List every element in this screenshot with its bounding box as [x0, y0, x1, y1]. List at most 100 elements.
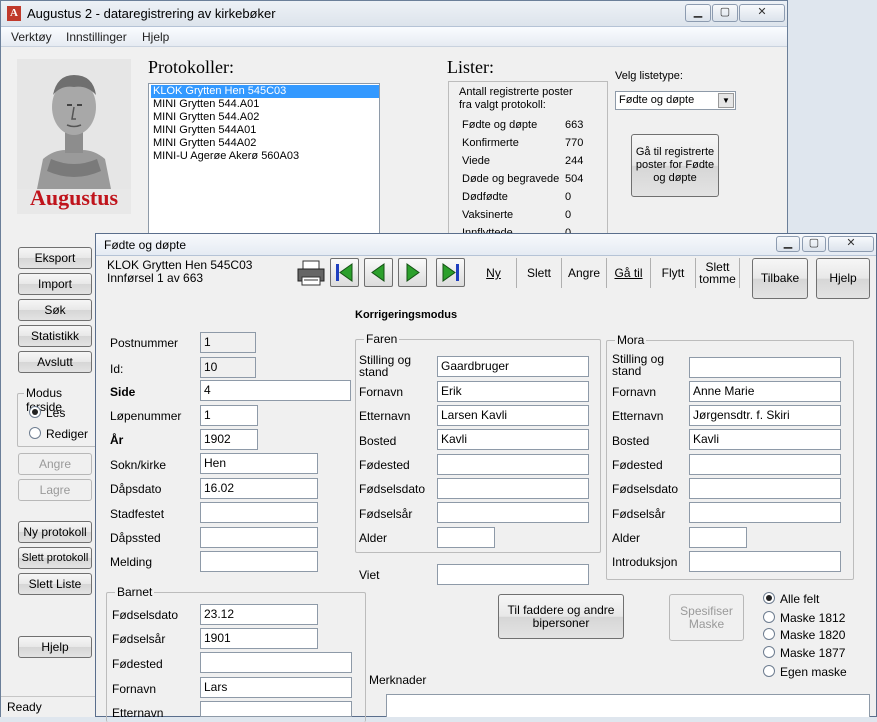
- menu-hjelp[interactable]: Hjelp: [142, 30, 169, 44]
- modus-rediger-radio[interactable]: [29, 427, 41, 439]
- previous-record-button[interactable]: [364, 258, 393, 287]
- mora-etternavn-field[interactable]: Jørgensdtr. f. Skiri: [689, 405, 841, 426]
- id-field[interactable]: 10: [200, 357, 256, 378]
- mora-fodested-field[interactable]: [689, 454, 841, 475]
- mora-alder-field[interactable]: [689, 527, 747, 548]
- daapssted-field[interactable]: [200, 527, 318, 548]
- lagre-main-button[interactable]: Lagre: [18, 479, 92, 501]
- child-titlebar[interactable]: Fødte og døpte ▁ ▢ ✕: [96, 234, 876, 256]
- melding-field[interactable]: [200, 551, 318, 572]
- slett-protokoll-button[interactable]: Slett protokoll: [18, 547, 92, 569]
- minimize-button[interactable]: ▁: [685, 4, 711, 22]
- mora-stilling-field[interactable]: [689, 357, 841, 378]
- faren-bosted-field[interactable]: Kavli: [437, 429, 589, 450]
- goto-list-button[interactable]: Gå til registrerte poster for Fødte og d…: [631, 134, 719, 197]
- mora-fornavn-field[interactable]: Anne Marie: [689, 381, 841, 402]
- faren-alder-label: Alder: [359, 531, 388, 545]
- postnummer-field[interactable]: 1: [200, 332, 256, 353]
- barnet-fodselsaar-label: Fødselsår: [112, 632, 166, 646]
- child-record-counter: Innførsel 1 av 663: [107, 271, 204, 285]
- maximize-button[interactable]: ▢: [712, 4, 738, 22]
- protocol-item[interactable]: MINI Grytten 544A01: [153, 124, 256, 136]
- import-button[interactable]: Import: [18, 273, 92, 295]
- menu-innstillinger[interactable]: Innstillinger: [66, 30, 127, 44]
- faren-stilling-field[interactable]: Gaardbruger: [437, 356, 589, 377]
- ny-button[interactable]: Ny: [471, 258, 516, 288]
- protocol-item[interactable]: MINI Grytten 544A02: [153, 137, 256, 149]
- angre-main-button[interactable]: Angre: [18, 453, 92, 475]
- listetype-select[interactable]: Fødte og døpte ▼: [615, 91, 736, 110]
- modus-les-label: Les: [46, 406, 66, 420]
- gaa-til-button[interactable]: Gå til: [606, 258, 650, 288]
- lister-heading: Lister:: [447, 57, 494, 77]
- count-value: 244: [565, 155, 584, 167]
- eksport-button[interactable]: Eksport: [18, 247, 92, 269]
- barnet-etternavn-field[interactable]: [200, 701, 352, 717]
- print-icon[interactable]: [296, 259, 326, 287]
- sok-button[interactable]: Søk: [18, 299, 92, 321]
- count-value: 770: [565, 137, 584, 149]
- daapsdato-field[interactable]: 16.02: [200, 478, 318, 499]
- faren-fodselsaar-field[interactable]: [437, 502, 589, 523]
- faddere-button[interactable]: Til faddere og andre bipersoner: [498, 594, 624, 639]
- mask-alle-felt-radio[interactable]: [763, 592, 775, 604]
- protocol-item[interactable]: MINI Grytten 544.A02: [153, 111, 259, 123]
- protocol-list[interactable]: KLOK Grytten Hen 545C03 MINI Grytten 544…: [148, 83, 380, 238]
- barnet-fodselsaar-field[interactable]: 1901: [200, 628, 318, 649]
- mask-1820-radio[interactable]: [763, 628, 775, 640]
- spesifiser-maske-button[interactable]: Spesifiser Maske: [669, 594, 744, 641]
- first-record-button[interactable]: [330, 258, 359, 287]
- close-button[interactable]: ✕: [739, 4, 785, 22]
- faren-etternavn-field[interactable]: Larsen Kavli: [437, 405, 589, 426]
- sokn-field[interactable]: Hen: [200, 453, 318, 474]
- last-record-button[interactable]: [436, 258, 465, 287]
- barnet-fodested-field[interactable]: [200, 652, 352, 673]
- slett-liste-button[interactable]: Slett Liste: [18, 573, 92, 595]
- lopenummer-field[interactable]: 1: [200, 405, 258, 426]
- side-field[interactable]: 4: [200, 380, 351, 401]
- hjelp-button[interactable]: Hjelp: [816, 258, 870, 299]
- main-titlebar[interactable]: A Augustus 2 - dataregistrering av kirke…: [1, 1, 787, 27]
- hjelp-main-button[interactable]: Hjelp: [18, 636, 92, 658]
- mora-fodselsaar-field[interactable]: [689, 502, 841, 523]
- faren-fodested-field[interactable]: [437, 454, 589, 475]
- merknader-textarea[interactable]: [386, 694, 870, 717]
- viet-field[interactable]: [437, 564, 589, 585]
- child-close-button[interactable]: ✕: [828, 236, 874, 252]
- stadfestet-field[interactable]: [200, 502, 318, 523]
- mora-introduksjon-field[interactable]: [689, 551, 841, 572]
- next-record-button[interactable]: [398, 258, 427, 287]
- mora-bosted-field[interactable]: Kavli: [689, 429, 841, 450]
- faren-alder-field[interactable]: [437, 527, 495, 548]
- statistikk-button[interactable]: Statistikk: [18, 325, 92, 347]
- ny-protokoll-button[interactable]: Ny protokoll: [18, 521, 92, 543]
- mask-1812-label: Maske 1812: [780, 611, 846, 625]
- tilbake-button[interactable]: Tilbake: [752, 258, 808, 299]
- barnet-fodselsdato-field[interactable]: 23.12: [200, 604, 318, 625]
- mask-egen-radio[interactable]: [763, 665, 775, 677]
- child-maximize-button[interactable]: ▢: [802, 236, 826, 252]
- slett-button[interactable]: Slett: [516, 258, 561, 288]
- aar-field[interactable]: 1902: [200, 429, 258, 450]
- avslutt-button[interactable]: Avslutt: [18, 351, 92, 373]
- slett-tomme-button[interactable]: Slett tomme: [695, 258, 740, 288]
- modus-les-radio[interactable]: [29, 406, 41, 418]
- menu-verktoy[interactable]: Verktøy: [11, 30, 52, 44]
- chevron-down-icon[interactable]: ▼: [718, 93, 734, 108]
- mora-fodselsdato-field[interactable]: [689, 478, 841, 499]
- protocol-item[interactable]: MINI-U Agerøe Akerø 560A03: [153, 150, 299, 162]
- flytt-button[interactable]: Flytt: [650, 258, 695, 288]
- child-minimize-button[interactable]: ▁: [776, 236, 800, 252]
- sokn-label: Sokn/kirke: [110, 458, 167, 472]
- protocol-item[interactable]: KLOK Grytten Hen 545C03: [151, 85, 379, 98]
- protocol-item[interactable]: MINI Grytten 544.A01: [153, 98, 259, 110]
- mora-alder-label: Alder: [612, 531, 641, 545]
- faren-fornavn-field[interactable]: Erik: [437, 381, 589, 402]
- barnet-fornavn-field[interactable]: Lars: [200, 677, 352, 698]
- mask-1877-radio[interactable]: [763, 646, 775, 658]
- mask-1812-radio[interactable]: [763, 611, 775, 623]
- faren-fodselsdato-field[interactable]: [437, 478, 589, 499]
- faren-fodested-label: Fødested: [359, 458, 410, 472]
- barnet-etternavn-label: Etternavn: [112, 706, 164, 720]
- angre-button[interactable]: Angre: [561, 258, 606, 288]
